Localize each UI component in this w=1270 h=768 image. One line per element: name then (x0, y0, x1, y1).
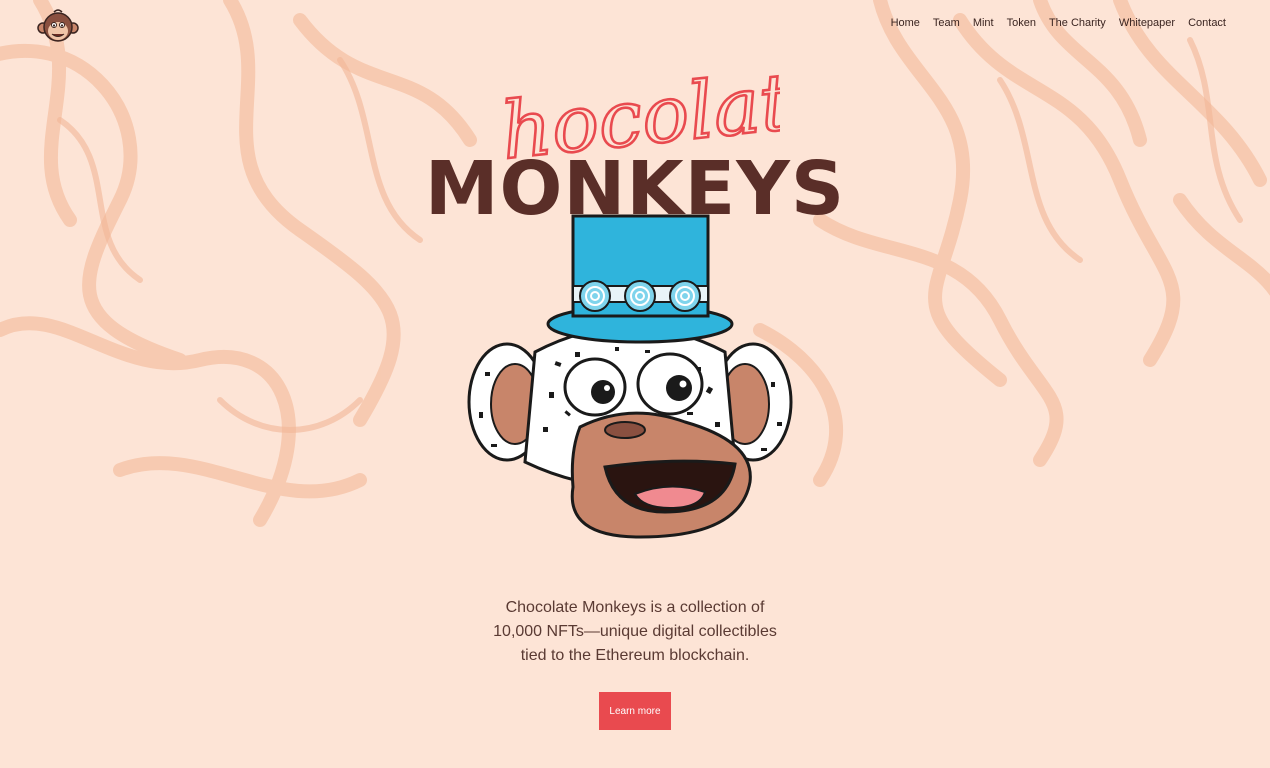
nav-contact[interactable]: Contact (1188, 17, 1226, 29)
description-line: Chocolate Monkeys is a collection of (505, 599, 765, 616)
hero-description: Chocolate Monkeys is a collection of 10,… (0, 596, 1270, 668)
nav-the-charity[interactable]: The Charity (1049, 17, 1106, 29)
nav-home[interactable]: Home (891, 17, 920, 29)
nav-team[interactable]: Team (933, 17, 960, 29)
learn-more-button[interactable]: Learn more (599, 692, 671, 730)
monkey-illustration (467, 214, 793, 539)
monkey-head-logo-icon (37, 9, 79, 42)
nav-mint[interactable]: Mint (973, 17, 994, 29)
logo[interactable] (36, 6, 80, 46)
nav-whitepaper[interactable]: Whitepaper (1119, 17, 1175, 29)
description-line: tied to the Ethereum blockchain. (520, 647, 750, 664)
main-nav: Home Team Mint Token The Charity Whitepa… (891, 17, 1226, 29)
description-line: 10,000 NFTs—unique digital collectibles (493, 623, 777, 640)
nav-token[interactable]: Token (1007, 17, 1036, 29)
